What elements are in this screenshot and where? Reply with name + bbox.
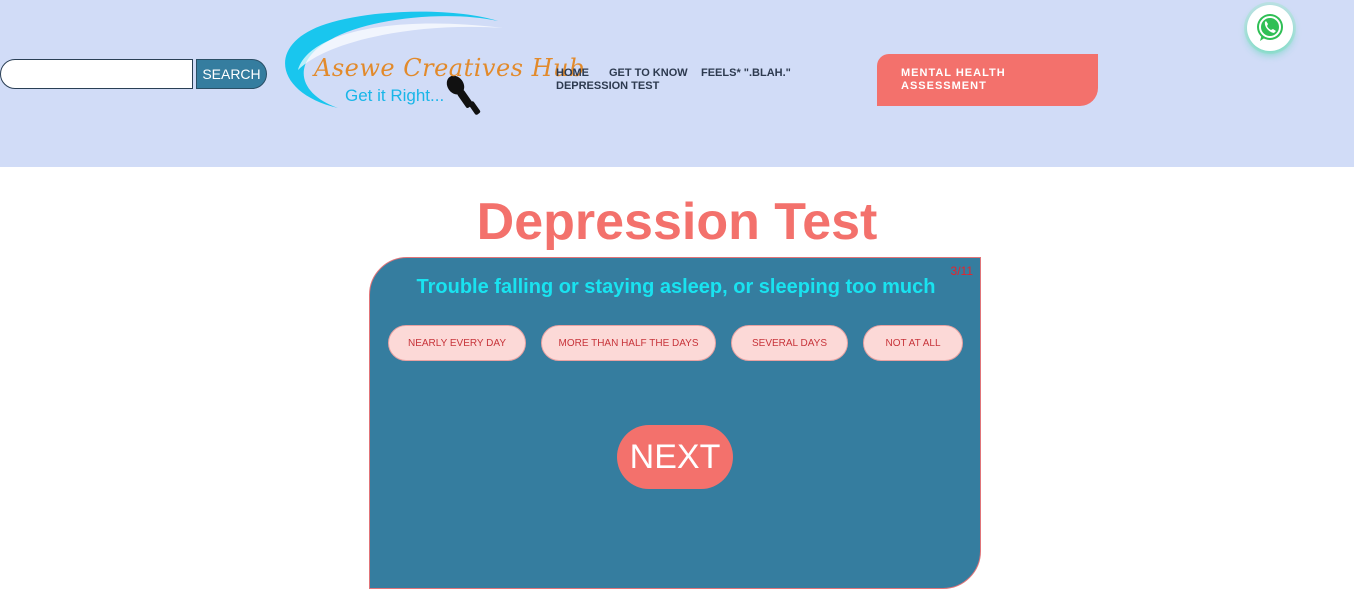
nav-item-depression-test[interactable]: DEPRESSION TEST [556,80,659,92]
logo-title: Asewe Creatives Hub [314,54,585,82]
nav-item-home[interactable]: HOME [556,67,589,79]
whatsapp-button[interactable] [1247,5,1293,51]
search-input[interactable] [0,59,193,89]
option-several-days[interactable]: SEVERAL DAYS [731,325,848,361]
site-header: SEARCH Asewe Creatives Hub Get it Right.… [0,0,1354,167]
page-title: Depression Test [476,193,878,251]
whatsapp-icon [1257,14,1283,41]
logo-tagline: Get it Right... [345,86,445,105]
nav-item-get-to-know[interactable]: GET TO KNOW [609,67,688,79]
option-more-than-half-the-days[interactable]: MORE THAN HALF THE DAYS [541,325,716,361]
quiz-card: 3/11 Trouble falling or staying asleep, … [369,257,981,589]
site-logo[interactable]: Asewe Creatives Hub Get it Right... [268,4,585,120]
next-button[interactable]: NEXT [617,425,733,489]
mental-health-assessment-button[interactable]: MENTAL HEALTH ASSESSMENT [877,54,1098,106]
option-not-at-all[interactable]: NOT AT ALL [863,325,963,361]
search-button[interactable]: SEARCH [196,59,267,89]
question-text: Trouble falling or staying asleep, or sl… [416,276,936,298]
nav-item-feels-blah[interactable]: FEELS* ".BLAH." [701,67,791,79]
option-nearly-every-day[interactable]: NEARLY EVERY DAY [388,325,526,361]
